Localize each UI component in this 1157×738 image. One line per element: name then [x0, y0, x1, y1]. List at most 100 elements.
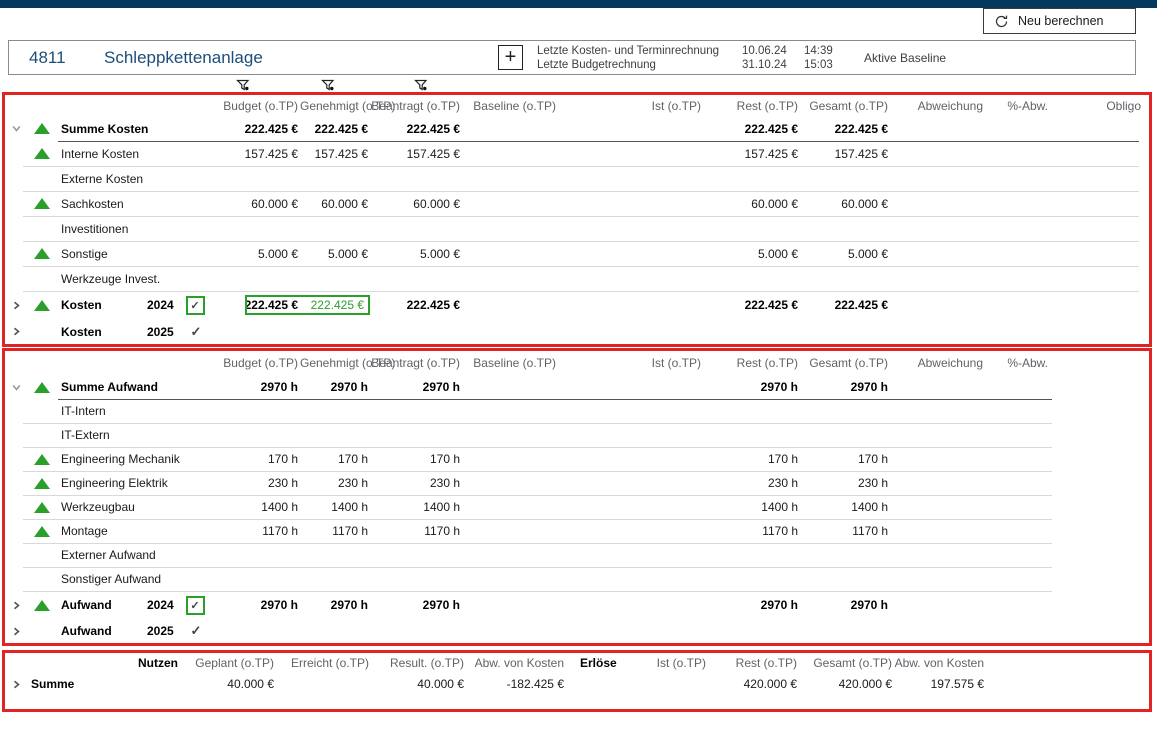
cell-value: 2970 h — [209, 380, 300, 394]
column-header: Baseline (o.TP) — [462, 356, 558, 370]
row-label: Kosten — [57, 298, 147, 312]
checkbox-checked-icon[interactable]: ✓ — [186, 296, 205, 315]
cell-value: 1400 h — [209, 500, 300, 514]
column-header: Abw. von Kosten — [894, 656, 986, 670]
chevron-right-icon[interactable] — [5, 326, 27, 337]
cell-value: 170 h — [300, 452, 370, 466]
row-label: Summe Kosten — [57, 122, 147, 136]
table-row: Kosten2024✓222.425 €222.425 €222.425 €22… — [5, 291, 1149, 319]
cell-value: 60.000 € — [370, 197, 462, 211]
cell-value: 157.425 € — [800, 147, 890, 161]
cell-value: 2970 h — [300, 598, 370, 612]
erloese-column-header: Erlöse — [566, 656, 632, 670]
info-time: 15:03 — [804, 59, 849, 71]
trend-up-icon — [27, 382, 57, 393]
cell-value: 5.000 € — [370, 247, 462, 261]
row-label: Interne Kosten — [57, 147, 147, 161]
table-row: Aufwand2025✓ — [5, 619, 1149, 643]
cell-value: 420.000 € — [708, 677, 799, 691]
column-header: Genehmigt (o.TP) — [300, 99, 370, 113]
cell-value: 157.425 € — [370, 147, 462, 161]
trend-up-triangle — [34, 148, 50, 159]
cell-value: 5.000 € — [209, 247, 300, 261]
cell-value: 170 h — [703, 452, 800, 466]
cell-value: 222.425 € — [800, 298, 890, 312]
row-label: Sachkosten — [57, 197, 147, 211]
cell-value: 170 h — [209, 452, 300, 466]
column-header: Result. (o.TP) — [371, 656, 466, 670]
column-header: Rest (o.TP) — [703, 356, 800, 370]
column-header: Genehmigt (o.TP) — [300, 356, 370, 370]
chevron-right-icon[interactable] — [5, 600, 27, 611]
table-header-row: Budget (o.TP)Genehmigt (o.TP)Beantragt (… — [5, 351, 1149, 375]
calculation-info: Letzte Kosten- und Terminrechnung 10.06.… — [537, 44, 849, 72]
trend-up-icon — [27, 300, 57, 311]
column-header: Beantragt (o.TP) — [370, 99, 462, 113]
year-checkbox[interactable]: ✓ — [181, 623, 209, 639]
column-header: Ist (o.TP) — [558, 99, 703, 113]
summe-section: NutzenGeplant (o.TP)Erreicht (o.TP)Resul… — [2, 650, 1152, 712]
trend-up-triangle — [34, 300, 50, 311]
cell-value: 2970 h — [370, 380, 462, 394]
trend-up-triangle — [34, 198, 50, 209]
row-label: IT-Extern — [57, 428, 147, 442]
chevron-right-icon[interactable] — [5, 626, 27, 637]
column-header: Abw. von Kosten — [466, 656, 566, 670]
plus-icon: + — [505, 47, 517, 67]
chevron-right-icon[interactable] — [5, 300, 27, 311]
table-row: Engineering Elektrik230 h230 h230 h230 h… — [5, 471, 1149, 495]
table-row: Externer Aufwand — [5, 543, 1149, 567]
cell-value: 2970 h — [703, 598, 800, 612]
cell-value: 1400 h — [300, 500, 370, 514]
trend-up-icon — [27, 454, 57, 465]
row-label: Summe — [27, 677, 180, 691]
chevron-down-icon[interactable] — [5, 382, 27, 393]
cell-value: -182.425 € — [466, 677, 566, 691]
expand-plus-button[interactable]: + — [498, 45, 523, 70]
table-row: Sonstiger Aufwand — [5, 567, 1149, 591]
cell-value: 5.000 € — [800, 247, 890, 261]
project-header: 4811 Schleppkettenanlage + Letzte Kosten… — [8, 40, 1136, 75]
column-header: Budget (o.TP) — [209, 99, 300, 113]
row-label: IT-Intern — [57, 404, 147, 418]
chevron-right-icon[interactable] — [5, 679, 27, 690]
trend-up-icon — [27, 248, 57, 259]
row-label: Investitionen — [57, 222, 147, 236]
cell-value: 222.425 € — [300, 295, 370, 315]
trend-up-triangle — [34, 454, 50, 465]
table-row: Sachkosten60.000 €60.000 €60.000 €60.000… — [5, 191, 1149, 216]
trend-up-icon — [27, 198, 57, 209]
cell-value: 1170 h — [209, 524, 300, 538]
page: Neu berechnen 4811 Schleppkettenanlage +… — [0, 0, 1157, 738]
cell-value: 40.000 € — [371, 677, 466, 691]
cell-value: 2970 h — [703, 380, 800, 394]
row-label: Summe Aufwand — [57, 380, 147, 394]
year-checkbox[interactable]: ✓ — [181, 324, 209, 340]
table-row: Externe Kosten — [5, 166, 1149, 191]
column-header: Gesamt (o.TP) — [799, 656, 894, 670]
check-icon[interactable]: ✓ — [189, 623, 202, 639]
cell-value: 1400 h — [703, 500, 800, 514]
year-checkbox[interactable]: ✓ — [181, 296, 209, 315]
trend-up-triangle — [34, 123, 50, 134]
column-header: Beantragt (o.TP) — [370, 356, 462, 370]
info-date: 10.06.24 — [742, 45, 804, 57]
nutzen-column-header: Nutzen — [27, 656, 180, 670]
project-title: Schleppkettenanlage — [104, 48, 263, 68]
row-year: 2025 — [147, 325, 181, 339]
chevron-down-icon[interactable] — [5, 123, 27, 134]
check-icon[interactable]: ✓ — [189, 324, 202, 340]
recalculate-button[interactable]: Neu berechnen — [983, 8, 1136, 34]
checkbox-checked-icon[interactable]: ✓ — [186, 596, 205, 615]
cell-value: 5.000 € — [300, 247, 370, 261]
cell-value: 1170 h — [300, 524, 370, 538]
year-checkbox[interactable]: ✓ — [181, 596, 209, 615]
refresh-icon — [994, 14, 1009, 29]
highlighted-genehmigt-cell[interactable]: 222.425 € — [245, 295, 370, 315]
cell-value: 2970 h — [300, 380, 370, 394]
column-header: Obligo — [1050, 99, 1149, 113]
cell-value: 197.575 € — [894, 677, 986, 691]
column-header: Ist (o.TP) — [558, 356, 703, 370]
cell-value: 2970 h — [209, 598, 300, 612]
cell-value: 222.425 € — [370, 298, 462, 312]
